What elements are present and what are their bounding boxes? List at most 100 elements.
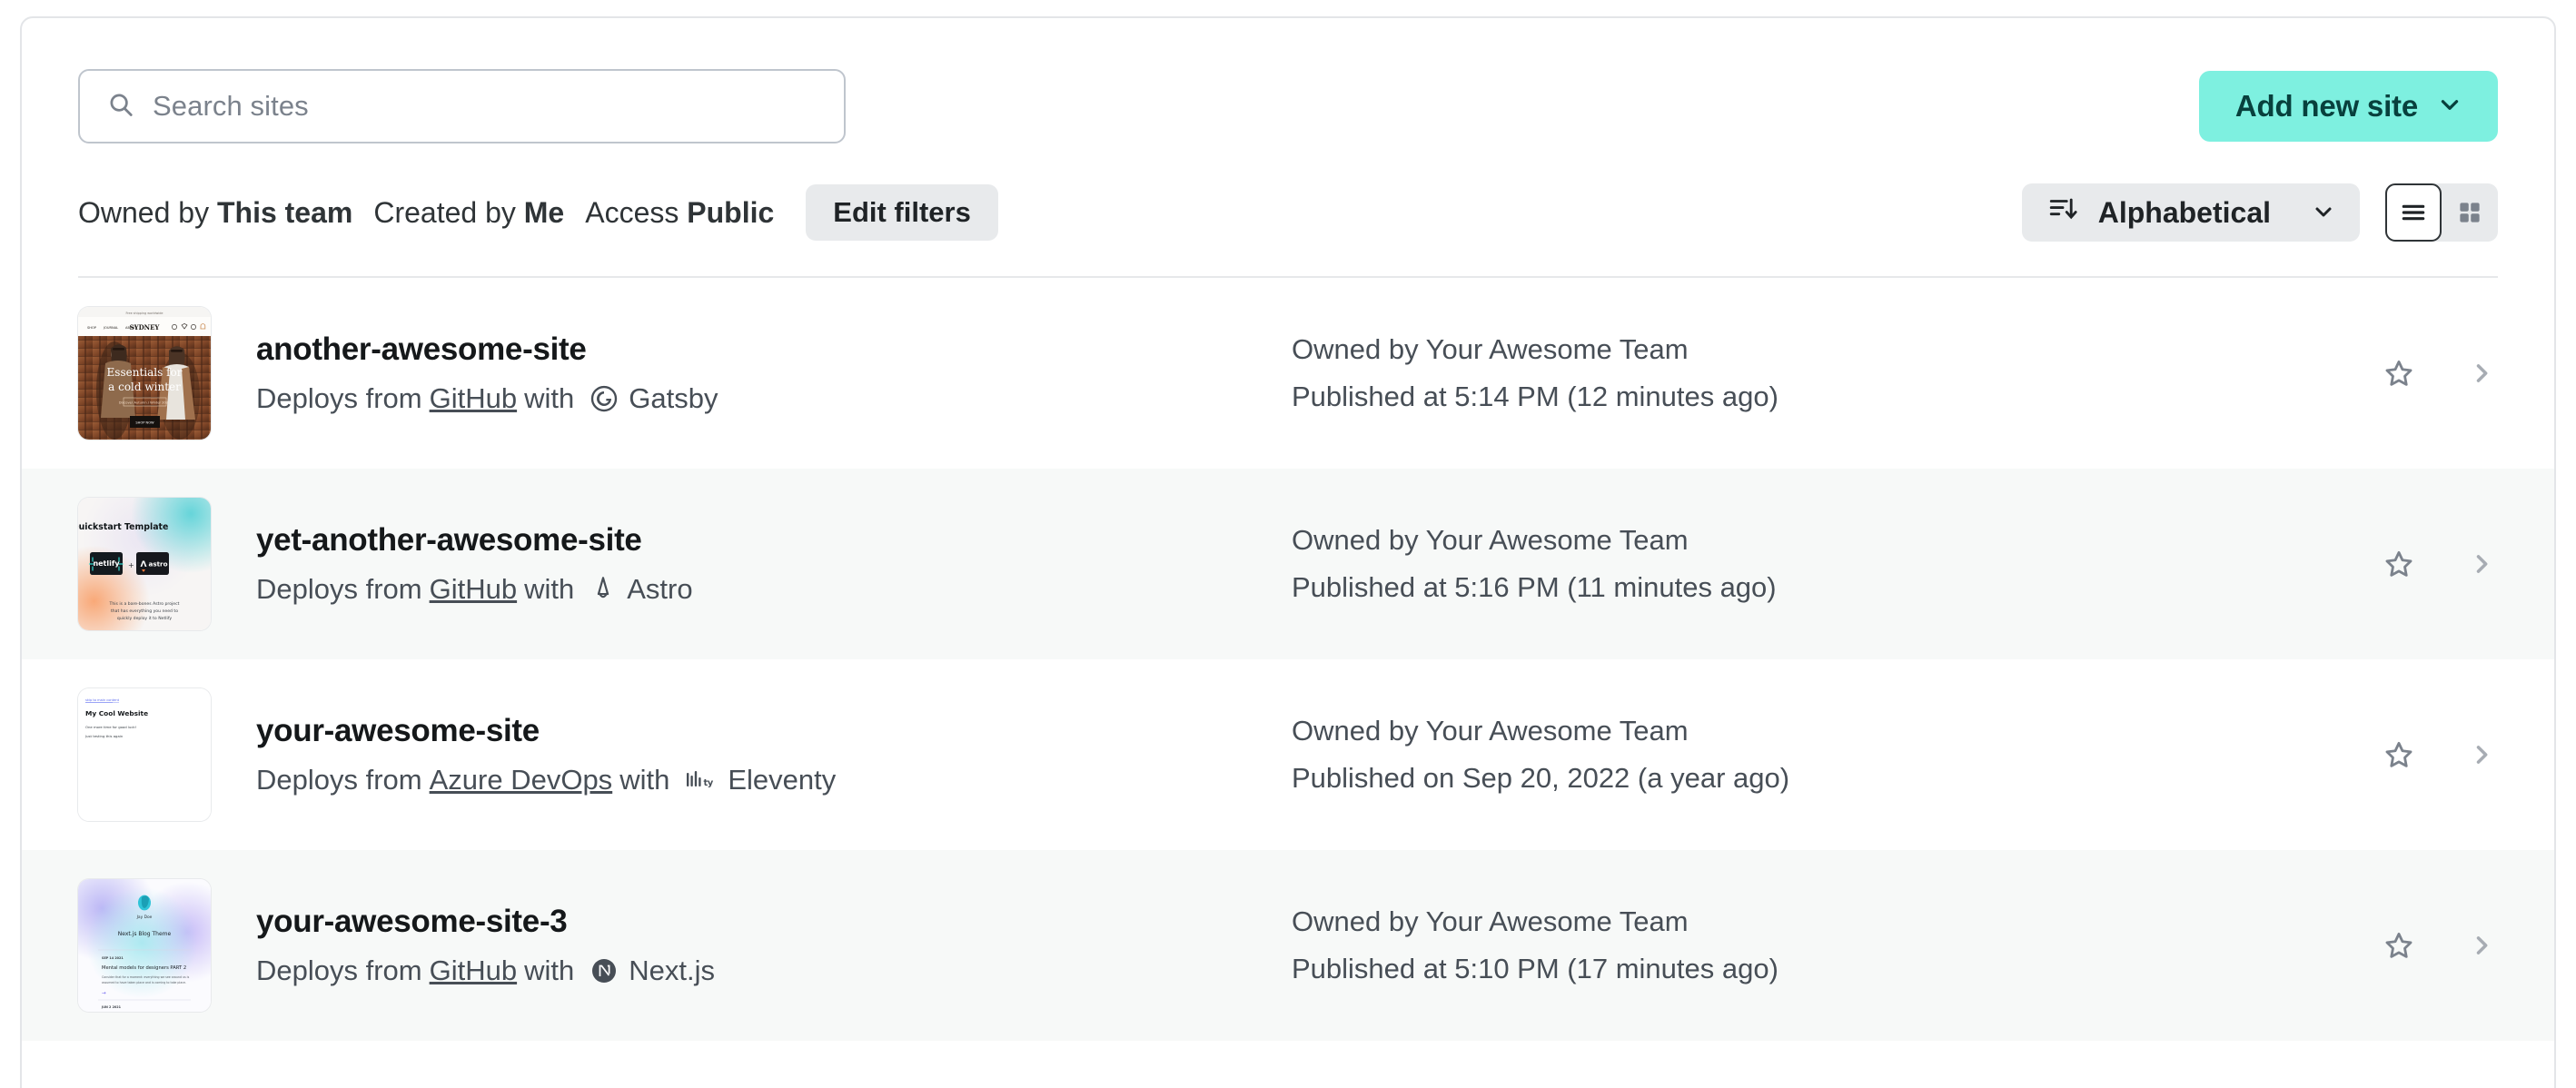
site-deploy-info: Deploys from GitHub with Gatsby	[256, 381, 1292, 414]
grid-view-icon[interactable]	[2442, 183, 2498, 242]
filter-access[interactable]: Access Public	[585, 196, 795, 230]
list-view-icon[interactable]	[2385, 183, 2442, 242]
site-deploy-info: Deploys from GitHub with Astro	[256, 572, 1292, 605]
site-name[interactable]: your-awesome-site	[256, 714, 1292, 749]
edit-filters-button[interactable]: Edit filters	[806, 184, 998, 241]
star-outline-icon[interactable]	[2383, 358, 2414, 389]
svg-text:quickly deploy it to Netlify: quickly deploy it to Netlify	[117, 616, 172, 621]
nextjs-icon	[590, 957, 618, 984]
svg-text:netlify: netlify	[93, 559, 120, 568]
filter-owned-by[interactable]: Owned by This team	[78, 196, 373, 230]
search-box[interactable]	[78, 69, 846, 143]
chevron-right-icon[interactable]	[2469, 933, 2494, 958]
svg-text:→: →	[102, 991, 106, 996]
chevron-down-icon	[2438, 89, 2462, 124]
svg-text:Quickstart Template: Quickstart Template	[78, 522, 168, 532]
framework-name: Eleventy	[728, 763, 837, 796]
svg-text:that has everything you need t: that has everything you need to	[111, 608, 178, 614]
site-thumbnail: skip to main content My Cool Website One…	[78, 688, 211, 821]
view-toggle	[2385, 183, 2498, 242]
filter-access-value: Public	[687, 195, 775, 229]
filter-created-by[interactable]: Created by Me	[373, 196, 585, 230]
chevron-right-icon[interactable]	[2469, 551, 2494, 577]
site-owner: Owned by Your Awesome Team	[1292, 524, 1689, 557]
filter-bar: Owned by This team Created by Me Access …	[22, 143, 2554, 242]
add-new-site-button[interactable]: Add new site	[2198, 71, 2498, 142]
chevron-down-icon	[2313, 196, 2334, 230]
deploys-from-label: Deploys from	[256, 954, 422, 986]
svg-text:Discover Autumn / Winter 2021: Discover Autumn / Winter 2021	[119, 401, 171, 405]
filter-access-label: Access	[585, 195, 679, 229]
site-owner: Owned by Your Awesome Team	[1292, 333, 1689, 366]
site-info: yet-another-awesome-site Deploys from Gi…	[256, 523, 1292, 605]
svg-text:a cold winter: a cold winter	[108, 381, 181, 393]
row-actions	[2383, 358, 2498, 389]
with-label: with	[619, 763, 670, 796]
svg-text:JUN 2 2021: JUN 2 2021	[101, 1005, 122, 1009]
site-deploy-info: Deploys from GitHub with Next.js	[256, 954, 1292, 986]
framework-name: Next.js	[629, 954, 715, 986]
site-deploy-info: Deploys from Azure DevOps with ty Eleven…	[256, 763, 1292, 796]
svg-text:+: +	[128, 561, 134, 569]
svg-text:My Cool Website: My Cool Website	[85, 709, 148, 717]
sort-dropdown[interactable]: Alphabetical	[2021, 183, 2360, 242]
svg-text:Just testing this again: Just testing this again	[84, 734, 124, 738]
svg-text:ty: ty	[704, 778, 714, 788]
chevron-right-icon[interactable]	[2469, 742, 2494, 767]
site-published: Published at 5:16 PM (11 minutes ago)	[1292, 570, 1777, 603]
filter-owned-by-value: This team	[216, 195, 353, 229]
table-row[interactable]: Jay Doe Next.js Blog Theme SEP 14 2021 M…	[22, 850, 2554, 1041]
site-meta: Owned by Your Awesome Team Published on …	[1292, 716, 2383, 793]
framework-name: Astro	[627, 572, 693, 605]
eleventy-11ty-icon: ty	[686, 770, 717, 790]
with-label: with	[524, 572, 575, 605]
deploys-from-label: Deploys from	[256, 763, 422, 796]
svg-text:SHOP NOW: SHOP NOW	[135, 421, 154, 425]
chevron-right-icon[interactable]	[2469, 361, 2494, 386]
svg-text:Consider that for a moment: ev: Consider that for a moment: everything w…	[102, 975, 190, 979]
site-published: Published at 5:14 PM (12 minutes ago)	[1292, 380, 1778, 412]
sort-descending-icon	[2047, 193, 2078, 232]
row-actions	[2383, 549, 2498, 579]
table-row[interactable]: Free shipping worldwide SHOP JOURNAL ABO…	[22, 278, 2554, 469]
svg-text:One more time for good luck!: One more time for good luck!	[85, 725, 136, 729]
site-name[interactable]: another-awesome-site	[256, 332, 1292, 368]
star-outline-icon[interactable]	[2383, 739, 2414, 770]
repo-link[interactable]: GitHub	[430, 954, 517, 986]
svg-text:Λ: Λ	[141, 560, 147, 569]
svg-text:Next.js Blog Theme: Next.js Blog Theme	[118, 931, 172, 937]
astro-icon	[590, 576, 616, 603]
svg-text:This is a bare-bones Astro pro: This is a bare-bones Astro project	[109, 601, 180, 607]
filter-owned-by-label: Owned by	[78, 195, 210, 229]
repo-link[interactable]: Azure DevOps	[430, 764, 613, 796]
site-owner: Owned by Your Awesome Team	[1292, 905, 1689, 938]
table-row[interactable]: skip to main content My Cool Website One…	[22, 659, 2554, 850]
site-name[interactable]: your-awesome-site-3	[256, 905, 1292, 940]
repo-link[interactable]: GitHub	[430, 573, 517, 605]
svg-text:astro: astro	[148, 560, 167, 569]
site-name[interactable]: yet-another-awesome-site	[256, 523, 1292, 559]
sort-label: Alphabetical	[2097, 195, 2271, 229]
svg-text:Jay Doe: Jay Doe	[136, 915, 153, 920]
toolbar: Add new site	[22, 18, 2554, 143]
search-input[interactable]	[153, 90, 817, 123]
svg-text:JOURNAL: JOURNAL	[103, 326, 118, 330]
sites-list-card: Add new site Owned by This team Created …	[20, 16, 2556, 1088]
star-outline-icon[interactable]	[2383, 930, 2414, 961]
site-info: your-awesome-site-3 Deploys from GitHub …	[256, 905, 1292, 986]
sites-list: Free shipping worldwide SHOP JOURNAL ABO…	[22, 278, 2554, 1041]
svg-text:skip to main content: skip to main content	[85, 698, 120, 702]
site-meta: Owned by Your Awesome Team Published at …	[1292, 525, 2383, 602]
add-new-site-label: Add new site	[2234, 89, 2418, 123]
table-row[interactable]: Quickstart Template netlify + Λ astro Th…	[22, 469, 2554, 659]
framework-name: Gatsby	[629, 381, 718, 414]
star-outline-icon[interactable]	[2383, 549, 2414, 579]
repo-link[interactable]: GitHub	[430, 382, 517, 414]
filter-created-by-label: Created by	[373, 195, 516, 229]
row-actions	[2383, 739, 2498, 770]
with-label: with	[524, 954, 575, 986]
site-thumbnail: Quickstart Template netlify + Λ astro Th…	[78, 498, 211, 630]
site-meta: Owned by Your Awesome Team Published at …	[1292, 334, 2383, 411]
svg-text:SHOP: SHOP	[87, 326, 97, 330]
filter-created-by-value: Me	[523, 195, 565, 229]
